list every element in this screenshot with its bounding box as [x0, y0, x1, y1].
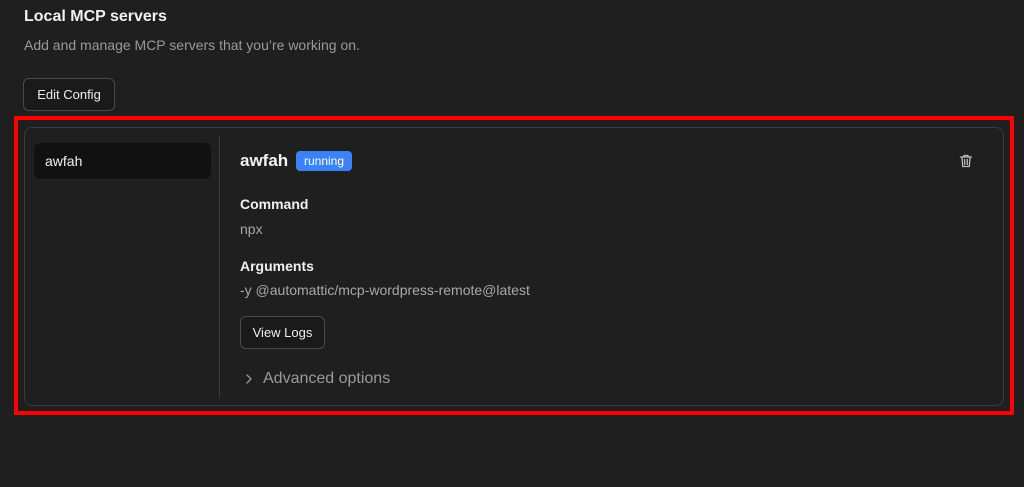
advanced-options-label: Advanced options	[263, 370, 391, 387]
panel-divider	[219, 136, 220, 398]
command-label: Command	[240, 196, 309, 212]
trash-icon[interactable]	[958, 153, 974, 169]
chevron-right-icon	[246, 374, 252, 384]
command-value: npx	[240, 221, 263, 237]
sidebar-item-label: awfah	[45, 153, 83, 169]
view-logs-button[interactable]: View Logs	[240, 316, 325, 349]
edit-config-button[interactable]: Edit Config	[23, 78, 115, 111]
status-badge: running	[296, 151, 353, 171]
server-name: awfah	[240, 151, 289, 170]
server-panel: awfah awfah running Command npx Argument…	[24, 127, 1004, 406]
page-subtitle: Add and manage MCP servers that you’re w…	[24, 37, 360, 53]
arguments-value: -y @automattic/mcp-wordpress-remote@late…	[240, 282, 530, 298]
sidebar-item-awfah[interactable]: awfah	[34, 143, 211, 179]
page-title: Local MCP servers	[24, 8, 167, 25]
advanced-options-toggle[interactable]: Advanced options	[243, 368, 390, 390]
arguments-label: Arguments	[240, 258, 314, 274]
